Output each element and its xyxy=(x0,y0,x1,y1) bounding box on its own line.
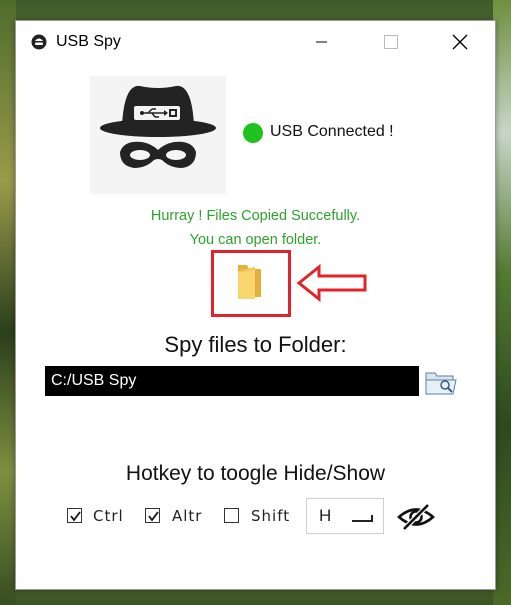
annotation-arrow xyxy=(297,264,367,302)
open-folder-hint: You can open folder. xyxy=(189,232,322,248)
minimize-icon xyxy=(316,41,327,43)
maximize-icon xyxy=(384,35,398,49)
app-window: USB Spy USB Connected ! Hurray ! Files C… xyxy=(15,20,496,590)
shift-label: Shift xyxy=(251,507,291,525)
eye-slash-icon[interactable] xyxy=(397,502,435,532)
usb-status-indicator xyxy=(243,123,263,143)
alt-label: Altr xyxy=(172,507,203,525)
hotkey-key-value: H xyxy=(319,506,332,525)
alt-checkbox[interactable] xyxy=(145,508,160,523)
desktop-background-left xyxy=(0,0,16,605)
copy-success-message: Hurray ! Files Copied Succefully. xyxy=(150,208,361,224)
close-button[interactable] xyxy=(437,21,483,63)
destination-path-input[interactable] xyxy=(45,366,419,396)
hotkey-key-field[interactable]: H xyxy=(306,498,384,534)
maximize-button[interactable] xyxy=(368,21,414,63)
key-enter-icon xyxy=(352,515,373,522)
folder-browse-icon[interactable] xyxy=(425,370,458,396)
title-bar[interactable]: USB Spy xyxy=(16,21,495,63)
window-title: USB Spy xyxy=(56,33,121,50)
close-icon xyxy=(452,34,468,50)
ctrl-label: Ctrl xyxy=(93,507,124,525)
spy-app-icon xyxy=(31,34,47,50)
ctrl-checkbox[interactable] xyxy=(67,508,82,523)
destination-folder-label: Spy files to Folder: xyxy=(164,332,347,357)
check-icon xyxy=(148,511,159,522)
shift-checkbox[interactable] xyxy=(224,508,239,523)
check-icon xyxy=(70,511,81,522)
folder-icon[interactable] xyxy=(233,261,266,301)
minimize-button[interactable] xyxy=(299,21,345,63)
usb-status-text: USB Connected ! xyxy=(270,123,394,140)
spy-usb-logo xyxy=(90,76,226,194)
hotkey-label: Hotkey to toogle Hide/Show xyxy=(125,462,386,485)
